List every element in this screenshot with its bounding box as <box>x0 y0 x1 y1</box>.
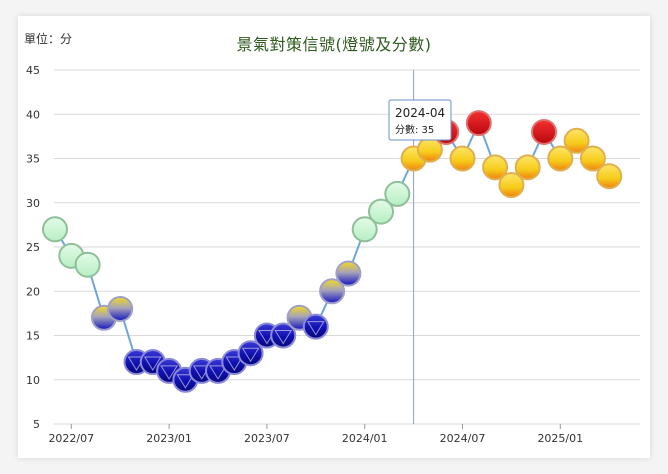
signal-light-red <box>465 110 492 137</box>
signal-point-2023-12[interactable] <box>335 260 362 287</box>
signal-point-2022-08[interactable] <box>74 251 101 278</box>
x-tick-label: 2023/07 <box>244 432 290 445</box>
signal-point-2024-03[interactable] <box>384 180 411 207</box>
y-tick-label: 5 <box>33 418 40 431</box>
signal-light-red <box>531 118 557 145</box>
tooltip-score: 分數: 35 <box>395 123 434 136</box>
signal-light-yellow <box>596 163 623 190</box>
signal-light-yellow-blue <box>107 295 134 322</box>
x-tick-label: 2024/01 <box>342 432 388 445</box>
axes: 5 10 15 20 25 30 35 40 45 2022/07 2023/01 2023/07 20… <box>26 64 583 445</box>
signal-light-yellow <box>449 145 476 172</box>
signal-light-yellow <box>514 154 541 181</box>
signal-light-green <box>74 251 101 278</box>
x-tick-label: 2023/01 <box>146 432 192 445</box>
y-tick-label: 40 <box>26 108 40 121</box>
signal-point-2024-08[interactable] <box>465 110 492 137</box>
signal-point-2023-10[interactable] <box>302 313 329 340</box>
signal-chart[interactable]: 5 10 15 20 25 30 35 40 45 2022/07 2023/01 2023/07 20… <box>0 0 668 474</box>
y-tick-label: 20 <box>26 285 40 298</box>
tooltip-date: 2024-04 <box>395 106 445 120</box>
signal-point-2025-04[interactable] <box>596 163 623 190</box>
x-tick-label: 2025/01 <box>537 432 583 445</box>
y-tick-label: 35 <box>26 153 40 166</box>
signal-light-yellow-blue <box>335 260 362 287</box>
x-tick-label: 2022/07 <box>48 432 94 445</box>
y-tick-label: 15 <box>26 330 40 343</box>
x-tick-label: 2024/07 <box>440 432 486 445</box>
tooltip: 2024-04 分數: 35 <box>388 99 452 141</box>
signal-point-2024-12[interactable] <box>531 118 557 145</box>
signal-point-2022-10[interactable] <box>107 295 134 322</box>
signal-point-2022-06[interactable] <box>42 216 68 243</box>
y-tick-label: 45 <box>26 64 40 77</box>
y-tick-label: 30 <box>26 197 40 210</box>
signal-point-2024-11[interactable] <box>514 154 541 181</box>
signal-point-2024-07[interactable] <box>449 145 476 172</box>
signal-light-green <box>42 216 68 243</box>
y-tick-label: 10 <box>26 374 40 387</box>
y-tick-label: 25 <box>26 241 40 254</box>
signal-light-green <box>384 180 411 207</box>
